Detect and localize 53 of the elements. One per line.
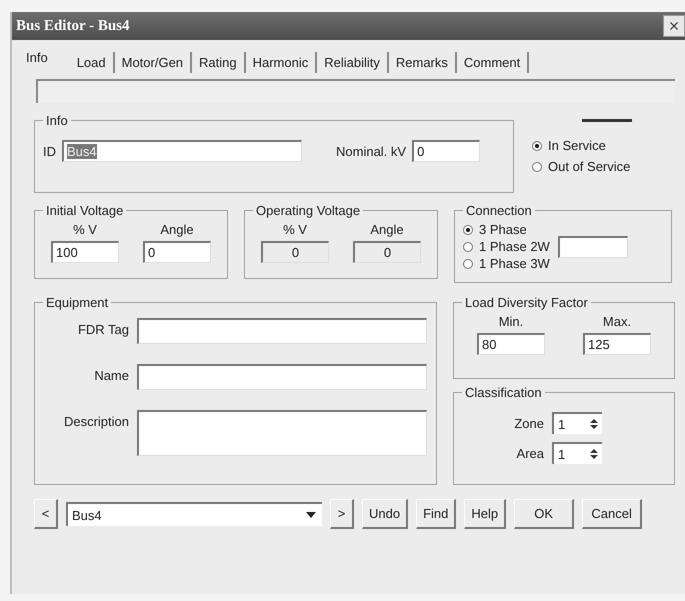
dialog-button[interactable]: OK <box>514 499 574 529</box>
group-title: Classification <box>464 385 543 400</box>
input-field[interactable]: 0 <box>143 241 211 263</box>
column-label: Max. <box>602 314 632 329</box>
dialog-button[interactable]: Undo <box>362 499 408 529</box>
radio-button[interactable]: 1 Phase 3W <box>463 256 550 271</box>
radio-button[interactable]: In Service <box>532 138 632 153</box>
close-button[interactable]: × <box>663 15 685 37</box>
window-title: Bus Editor - Bus4 <box>16 18 130 34</box>
spin-field[interactable]: 1 <box>552 442 602 464</box>
group-title: Equipment <box>45 295 110 310</box>
input-field[interactable]: 80 <box>477 333 545 355</box>
input-field[interactable] <box>137 410 427 456</box>
dialog-button[interactable]: Help <box>464 499 506 529</box>
field-label: Area <box>516 446 544 460</box>
input-field: 0 <box>261 241 329 263</box>
group-title: Info <box>45 113 69 128</box>
column-label: Angle <box>370 222 404 237</box>
input-field: 0 <box>353 241 421 263</box>
field-label: Zone <box>513 416 544 430</box>
column-label: Min. <box>498 314 524 329</box>
spin-field[interactable]: 1 <box>552 412 602 434</box>
radio-button[interactable]: 1 Phase 2W <box>463 239 550 254</box>
input-field[interactable]: 100 <box>51 241 119 263</box>
column-label: % V <box>283 222 307 237</box>
spinner-arrows-icon[interactable] <box>588 446 600 462</box>
group-title: Operating Voltage <box>255 203 362 218</box>
input-field[interactable] <box>137 364 427 390</box>
spinner-arrows-icon[interactable] <box>588 416 600 432</box>
field-label: Nominal. kV <box>336 144 406 158</box>
field-label: FDR Tag <box>76 321 129 337</box>
column-label: Angle <box>160 222 194 237</box>
input-field[interactable] <box>137 318 427 344</box>
previous-button[interactable]: < <box>34 499 58 529</box>
next-button[interactable]: > <box>330 499 354 529</box>
input-field[interactable]: 125 <box>583 333 651 355</box>
group-title: Connection <box>465 203 533 218</box>
dialog-button[interactable]: Cancel <box>582 499 642 529</box>
nominal-kv-field[interactable]: 0 <box>412 140 480 162</box>
dropdown-arrow-icon[interactable] <box>306 512 316 518</box>
radio-button[interactable]: 3 Phase <box>463 222 550 237</box>
bus-dropdown[interactable]: Bus4 <box>66 502 322 526</box>
id-field[interactable]: Bus4 <box>62 140 302 162</box>
column-label: % V <box>73 222 97 237</box>
line-icon <box>582 119 632 122</box>
input-field[interactable] <box>558 236 628 258</box>
radio-button[interactable]: Out of Service <box>532 159 632 174</box>
field-label: Description <box>62 413 129 429</box>
group-title: Load Diversity Factor <box>464 295 589 310</box>
field-label: Name <box>93 367 129 383</box>
field-label: ID <box>43 144 56 158</box>
group-title: Initial Voltage <box>45 203 124 218</box>
dialog-button[interactable]: Find <box>416 499 456 529</box>
